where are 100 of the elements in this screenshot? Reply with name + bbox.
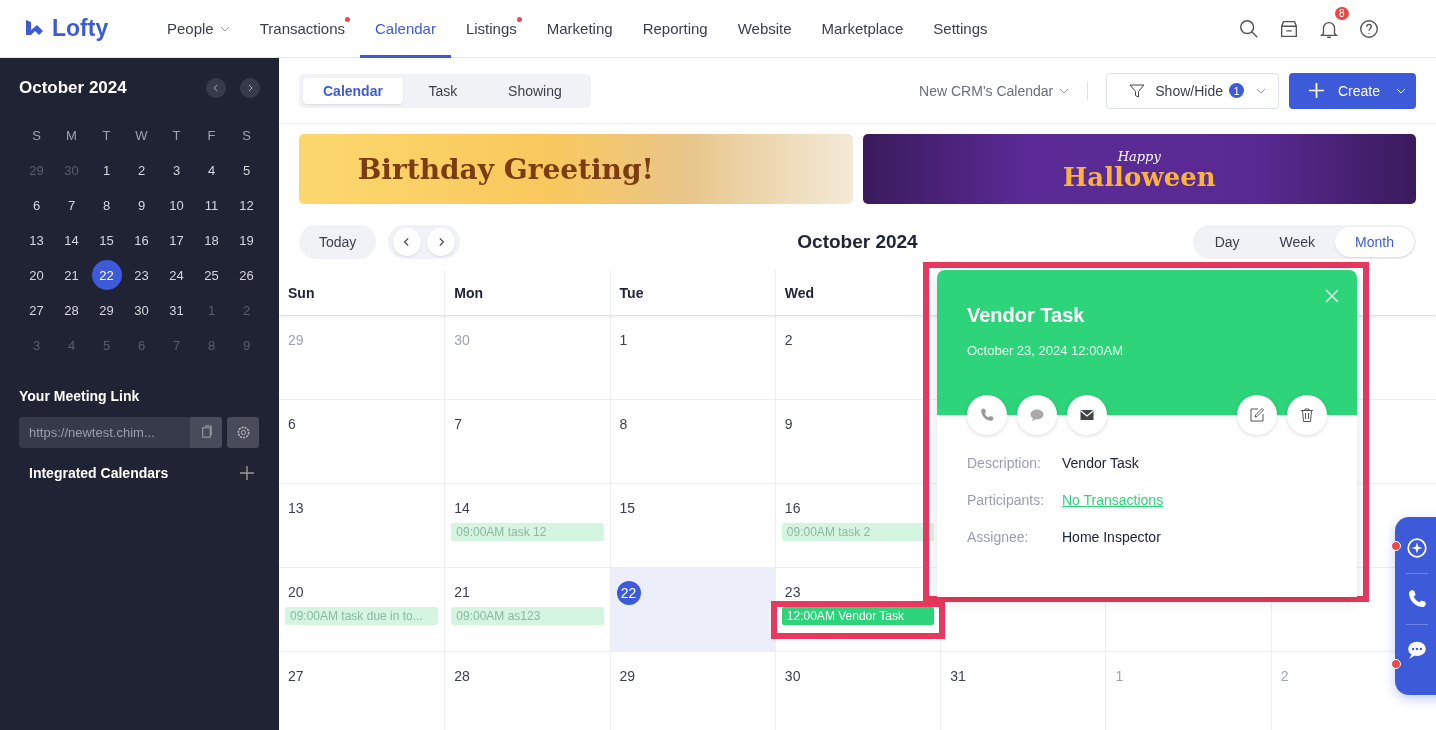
mini-calendar-day[interactable]: 5 [231,155,262,185]
show-hide-button[interactable]: Show/Hide 1 [1106,72,1279,109]
delete-button[interactable] [1287,395,1327,435]
mini-calendar-day[interactable]: 11 [196,190,227,220]
month-title: October 2024 [19,78,127,98]
day-number: 13 [287,499,305,518]
mini-calendar-day[interactable]: 6 [21,190,52,220]
field-label: Participants: [967,492,1046,508]
caret-icon [1396,87,1406,94]
mini-calendar-day[interactable]: 8 [91,190,122,220]
mini-calendar-day[interactable]: 17 [161,225,192,255]
day-number: 31 [949,667,967,686]
help-icon[interactable] [1358,17,1380,40]
day-number: 15 [618,499,637,518]
mini-calendar-day[interactable]: 1 [91,155,122,185]
day-number: 9 [783,415,794,434]
day-number: 20 [287,583,305,602]
nav-item[interactable]: Website [722,0,807,58]
nav-item[interactable]: Calendar [360,0,451,58]
settings-button[interactable] [227,417,259,448]
mini-calendar-day[interactable]: 2 [126,155,157,185]
phone-icon[interactable] [1406,588,1428,610]
sparkle-icon[interactable] [1406,537,1428,559]
mini-calendar-day[interactable]: 27 [21,295,52,325]
mini-calendar-day[interactable]: 30 [126,295,157,325]
mini-calendar-day[interactable]: 12 [231,190,262,220]
mini-calendar-day[interactable]: 22 [91,260,122,290]
mini-calendar-day[interactable]: 13 [21,225,52,255]
day-number: 29 [618,667,637,686]
mini-calendar-day[interactable]: 10 [161,190,192,220]
range-tab[interactable]: Month [1335,227,1414,257]
call-button[interactable] [967,395,1007,435]
day-number: 21 [453,583,471,602]
nav-item[interactable]: Marketing [531,0,628,58]
nav-item[interactable]: Marketplace [806,0,919,58]
chat-icon[interactable] [1406,639,1428,661]
mini-calendar-day[interactable]: 18 [196,225,227,255]
mini-calendar-day[interactable]: 29 [91,295,122,325]
field-label: Assignee: [967,529,1030,545]
mini-calendar-day[interactable]: 20 [21,260,52,290]
weekday-label: M [65,126,78,145]
weekday-header: Mon [454,284,484,301]
mini-calendar-day[interactable]: 25 [196,260,227,290]
weekday-label: T [171,126,182,145]
range-tab[interactable]: Week [1259,227,1336,257]
mini-calendar-day[interactable]: 7 [56,190,87,220]
edit-button[interactable] [1237,395,1277,435]
weekday-label: T [101,126,112,145]
mini-calendar-day[interactable]: 19 [231,225,262,255]
mini-calendar-day[interactable]: 14 [56,225,87,255]
search-icon[interactable] [1238,17,1260,40]
day-number: 2 [783,331,794,350]
mini-calendar-day[interactable]: 23 [126,260,157,290]
message-button[interactable] [1017,395,1057,435]
day-number: 14 [453,499,471,518]
email-button[interactable] [1067,395,1107,435]
view-tab[interactable]: Showing [482,77,587,104]
caret-icon [1059,87,1070,94]
nav-item[interactable]: Settings [918,0,1003,58]
nav-item[interactable]: Reporting [627,0,723,58]
mini-calendar-day[interactable]: 28 [56,295,87,325]
weekday-header: Sun [288,284,315,301]
mini-calendar-day[interactable]: 24 [161,260,192,290]
today-button[interactable]: Today [299,225,377,259]
mini-calendar-day[interactable]: 31 [161,295,192,325]
create-button[interactable]: Create [1288,72,1416,109]
field-value: Vendor Task [1062,455,1139,471]
notification-badge: 8 [1335,6,1349,20]
mini-calendar-day[interactable]: 15 [91,225,122,255]
day-number: 1 [618,331,629,350]
day-number: 30 [453,331,471,350]
promo-banner[interactable]: Birthday Greeting! [299,134,853,204]
day-number: 8 [618,415,629,434]
nav-item[interactable]: People [152,0,245,58]
filter-icon [1129,82,1146,99]
add-icon[interactable] [240,466,254,480]
day-number: 7 [453,415,464,434]
view-tab[interactable]: Calendar [303,77,403,104]
mini-calendar-day[interactable]: 21 [56,260,87,290]
day-number: 22 [616,581,641,605]
envelope-icon [1079,407,1095,423]
day-number: 30 [783,667,802,686]
day-number: 28 [453,667,471,686]
nav-item[interactable]: Listings [450,0,532,58]
phone-icon [979,407,995,423]
range-tab[interactable]: Day [1194,227,1260,257]
nav-item[interactable]: Transactions [244,0,361,58]
mini-calendar-day[interactable]: 4 [196,155,227,185]
view-tab[interactable]: Task [402,77,483,104]
brand-name: Lofty [52,15,109,42]
promo-banner[interactable]: Happy Halloween [862,134,1416,204]
calendar-dropdown[interactable]: New CRM's Calendar [919,82,1070,99]
mini-calendar-day[interactable]: 16 [126,225,157,255]
settings-icon [235,425,251,440]
weekday-label: F [206,126,217,145]
popup-datetime: October 23, 2024 12:00AM [967,343,1125,358]
mini-calendar-day[interactable]: 26 [231,260,262,290]
mini-calendar-day[interactable]: 9 [126,190,157,220]
meeting-link-field[interactable]: https://newtest.chim... [19,417,222,448]
mini-calendar-day[interactable]: 3 [161,155,192,185]
